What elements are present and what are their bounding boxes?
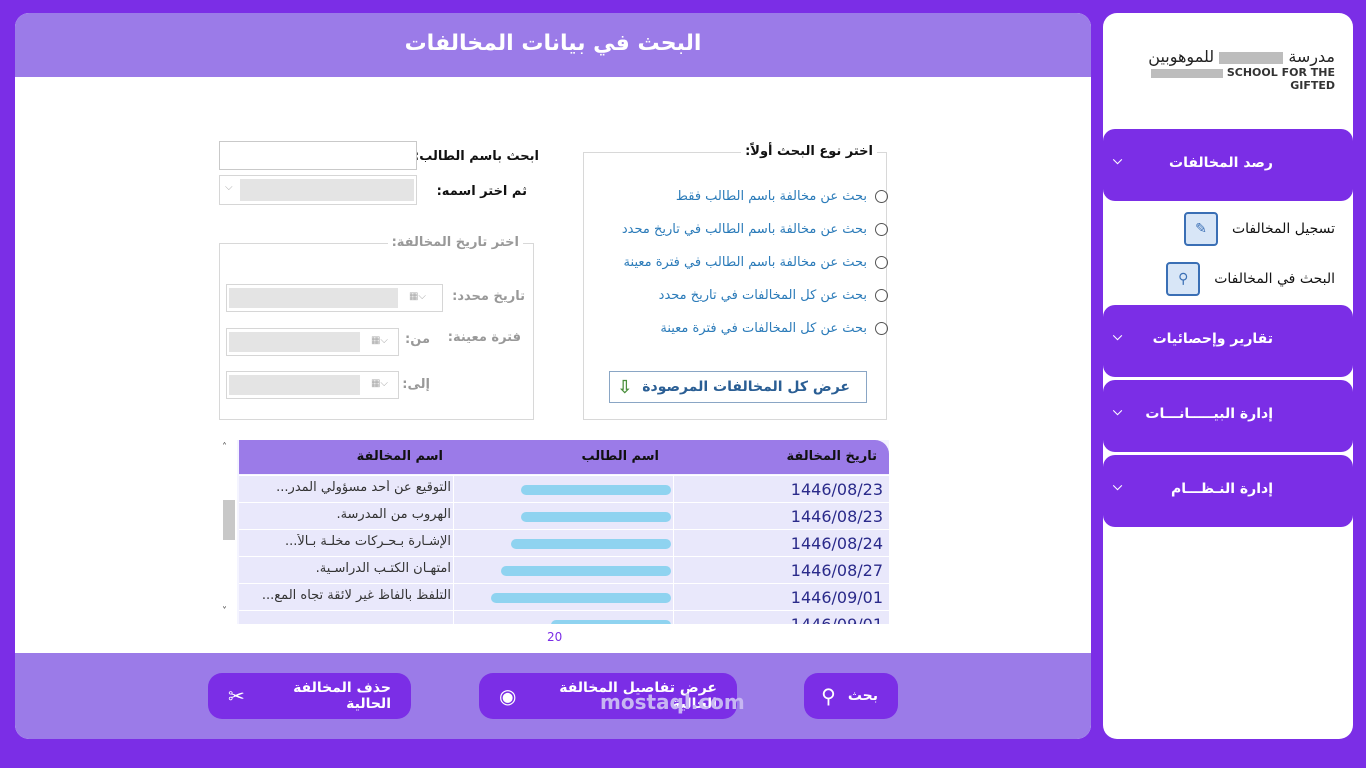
row-date: 1446/09/01 [677,615,883,624]
student-search-label: ابحث باسم الطالب: [414,149,539,164]
row-date: 1446/08/27 [790,561,883,580]
menu-violations-record[interactable]: رصد المخالفات ⌵ [1103,129,1353,201]
radio-option-5[interactable]: بحث عن كل المخالفات في فترة معينة [660,321,888,336]
sort-icon: ⇩ [617,376,633,398]
search-doc-icon: ⚲ [1166,262,1201,296]
scroll-up-icon[interactable]: ˄ [222,442,227,453]
col-header-student[interactable]: اسم الطالب [582,449,660,464]
period-to-picker: ▦⌵ [226,371,399,399]
row-student-redacted [457,615,671,624]
watermark: mostaql.com [600,690,745,714]
results-grid[interactable]: ˄ ˅ تاريخ المخالفة اسم الطالب اسم المخال… [219,440,889,624]
chevron-down-icon: ⌵ [1113,479,1123,493]
grid-scrollbar[interactable]: ˄ ˅ [219,440,237,624]
radio-option-1[interactable]: بحث عن مخالفة باسم الطالب فقط [676,189,888,204]
sidebar-item-search-violations[interactable]: البحث في المخالفات ⚲ [1166,262,1335,296]
row-violation: التوقيع عن أحد مسؤولي المدر... [276,480,451,495]
search-type-title: اختر نوع البحث أولاً: [741,144,877,159]
scroll-thumb[interactable] [223,500,235,540]
radio-option-4[interactable]: بحث عن كل المخالفات في تاريخ محدد [659,288,888,303]
page-title: البحث في بيانات المخالفات [15,13,1091,77]
sidebar-item-register-violations[interactable]: تسجيل المخالفات ✎ [1183,212,1335,246]
specific-date-label: تاريخ محدد: [452,289,525,304]
from-label: من: [405,332,430,347]
table-row[interactable]: 1446/09/01 التلفظ بألفاظ غير لائقة تجاه … [239,583,889,610]
row-student-redacted [457,588,671,607]
row-violation: الهروب من المدرسة. [336,507,451,522]
chevron-down-icon: ⌵ [1113,153,1123,167]
col-header-date[interactable]: تاريخ المخالفة [787,449,877,464]
table-row[interactable]: 1446/08/27 امتهـان الكتـب الدراسـية. [239,556,889,583]
row-student-redacted [457,480,671,499]
radio-option-2[interactable]: بحث عن مخالفة باسم الطالب في تاريخ محدد [622,222,888,237]
date-frame-title: اختر تاريخ المخالفة: [387,235,523,250]
row-violation: الإشـارة بـحـركات مخلـة بـالأ... [285,534,451,549]
col-header-violation[interactable]: اسم المخالفة [357,449,443,464]
search-icon: ⚲ [821,684,836,708]
scroll-down-icon[interactable]: ˅ [222,606,227,617]
radio-dot[interactable] [875,223,888,236]
table-row[interactable]: 1446/09/01 [239,610,889,624]
menu-reports[interactable]: تقارير وإحصائيات ⌵ [1103,305,1353,377]
school-logo: مدرسة للموهوبين SCHOOL FOR THE GIFTED [1148,47,1335,92]
radio-option-3[interactable]: بحث عن مخالفة باسم الطالب في فترة معينة [624,255,888,270]
row-student-redacted [457,561,671,580]
form-icon: ✎ [1183,212,1218,246]
student-name-select[interactable]: ⌵ [219,175,417,205]
calendar-icon: ▦⌵ [408,291,426,302]
period-label: فترة معينة: [447,330,521,345]
record-count: 20 [547,630,563,644]
table-row[interactable]: 1446/08/23 الهروب من المدرسة. [239,502,889,529]
calendar-icon: ▦⌵ [370,378,388,389]
row-date: 1446/08/23 [790,507,883,526]
radio-dot[interactable] [875,190,888,203]
radio-dot[interactable] [875,322,888,335]
show-all-button[interactable]: عرض كل المخالفات المرصودة ⇩ [609,371,867,403]
chevron-down-icon: ⌵ [225,182,233,193]
sidebar: مدرسة للموهوبين SCHOOL FOR THE GIFTED رص… [1103,13,1353,739]
row-student-redacted [457,534,671,553]
row-student-redacted [457,507,671,526]
main-panel: البحث في بيانات المخالفات اختر نوع البحث… [15,13,1091,739]
grid-header: تاريخ المخالفة اسم الطالب اسم المخالفة [239,440,889,474]
table-row[interactable]: 1446/08/23 التوقيع عن أحد مسؤولي المدر..… [239,475,889,502]
to-label: إلى: [402,377,430,392]
menu-data-management[interactable]: إدارة البيـــــانـــات ⌵ [1103,380,1353,452]
student-search-input[interactable] [219,141,417,170]
row-date: 1446/08/23 [790,480,883,499]
choose-name-label: ثم اختر اسمه: [436,184,527,199]
eye-icon: ◉ [499,684,517,708]
radio-dot[interactable] [875,289,888,302]
table-row[interactable]: 1446/08/24 الإشـارة بـحـركات مخلـة بـالأ… [239,529,889,556]
delete-button[interactable]: حذف المخالفة الحالية ✂ [208,673,411,719]
menu-system-management[interactable]: إدارة النـظـــام ⌵ [1103,455,1353,527]
footer-bar: بحث ⚲ عرض تفاصيل المخالفة الحالية ◉ حذف … [15,653,1091,739]
scissors-icon: ✂ [228,684,245,708]
radio-dot[interactable] [875,256,888,269]
period-from-picker: ▦⌵ [226,328,399,356]
chevron-down-icon: ⌵ [1113,329,1123,343]
specific-date-picker: ▦⌵ [226,284,443,312]
row-date: 1446/08/24 [790,534,883,553]
row-violation: امتهـان الكتـب الدراسـية. [315,561,451,576]
chevron-down-icon: ⌵ [1113,404,1123,418]
calendar-icon: ▦⌵ [370,335,388,346]
row-violation: التلفظ بألفاظ غير لائقة تجاه المع... [261,588,451,603]
row-date: 1446/09/01 [790,588,883,607]
search-button[interactable]: بحث ⚲ [804,673,898,719]
